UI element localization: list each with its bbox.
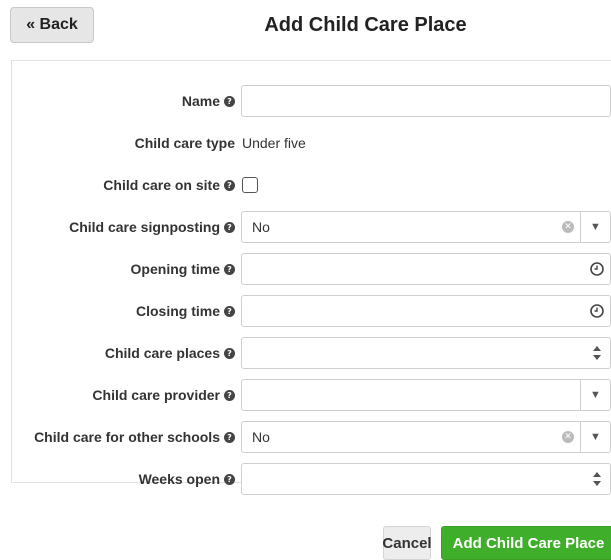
closing-time-label: Closing time	[135, 303, 220, 319]
add-child-care-place-button[interactable]: Add Child Care Place	[441, 526, 611, 560]
spinner-icon[interactable]	[592, 344, 602, 362]
child-care-signposting-select[interactable]: No ✕ ▼	[241, 211, 611, 243]
child-care-on-site-label: Child care on site	[103, 177, 220, 193]
form-row-closing-time: Closing time ?	[12, 295, 611, 327]
name-label: Name	[181, 93, 220, 109]
form-row-child-care-on-site: Child care on site ?	[12, 169, 611, 201]
form-card: Name ? Child care type Under five Child …	[11, 60, 611, 495]
help-icon[interactable]: ?	[224, 305, 235, 317]
chevron-down-icon[interactable]: ▼	[581, 212, 610, 242]
weeks-open-input[interactable]	[241, 463, 611, 495]
page-title: Add Child Care Place	[264, 14, 467, 36]
spinner-icon[interactable]	[592, 470, 602, 488]
child-care-on-site-checkbox[interactable]	[242, 177, 258, 193]
child-care-signposting-value: No	[252, 219, 270, 235]
child-care-signposting-label: Child care signposting	[69, 219, 220, 235]
child-care-places-label: Child care places	[104, 345, 220, 361]
form-row-opening-time: Opening time ?	[12, 253, 611, 285]
clear-icon[interactable]: ✕	[562, 221, 574, 233]
opening-time-input[interactable]	[241, 253, 611, 285]
weeks-open-label: Weeks open	[138, 471, 220, 487]
form-row-child-care-for-other-schools: Child care for other schools ? No ✕ ▼	[12, 421, 611, 453]
child-care-for-other-schools-label: Child care for other schools	[34, 429, 220, 445]
form-row-child-care-signposting: Child care signposting ? No ✕ ▼	[12, 211, 611, 243]
child-care-type-label: Child care type	[134, 135, 235, 151]
chevron-down-icon[interactable]: ▼	[581, 422, 610, 452]
child-care-provider-select[interactable]: ▼	[241, 379, 611, 411]
help-icon[interactable]: ?	[224, 179, 235, 191]
chevron-down-icon[interactable]: ▼	[581, 380, 610, 410]
name-input[interactable]	[241, 85, 611, 117]
clear-icon[interactable]: ✕	[562, 431, 574, 443]
child-care-for-other-schools-select[interactable]: No ✕ ▼	[241, 421, 611, 453]
help-icon[interactable]: ?	[224, 347, 235, 359]
cancel-button[interactable]: Cancel	[382, 526, 432, 560]
form-row-name: Name ?	[12, 85, 611, 117]
child-care-places-input[interactable]	[241, 337, 611, 369]
form-row-child-care-type: Child care type Under five	[12, 127, 611, 159]
help-icon[interactable]: ?	[224, 263, 235, 275]
help-icon[interactable]: ?	[224, 431, 235, 443]
help-icon[interactable]: ?	[224, 389, 235, 401]
clock-icon[interactable]	[590, 262, 604, 276]
form-row-child-care-places: Child care places ?	[12, 337, 611, 369]
opening-time-label: Opening time	[130, 261, 220, 277]
child-care-provider-label: Child care provider	[92, 387, 220, 403]
clock-icon[interactable]	[590, 304, 604, 318]
help-icon[interactable]: ?	[224, 95, 235, 107]
child-care-type-value: Under five	[242, 135, 306, 151]
help-icon[interactable]: ?	[224, 473, 235, 485]
help-icon[interactable]: ?	[224, 221, 235, 233]
closing-time-input[interactable]	[241, 295, 611, 327]
form-row-weeks-open: Weeks open ?	[12, 463, 611, 495]
form-row-child-care-provider: Child care provider ? ▼	[12, 379, 611, 411]
child-care-for-other-schools-value: No	[252, 429, 270, 445]
